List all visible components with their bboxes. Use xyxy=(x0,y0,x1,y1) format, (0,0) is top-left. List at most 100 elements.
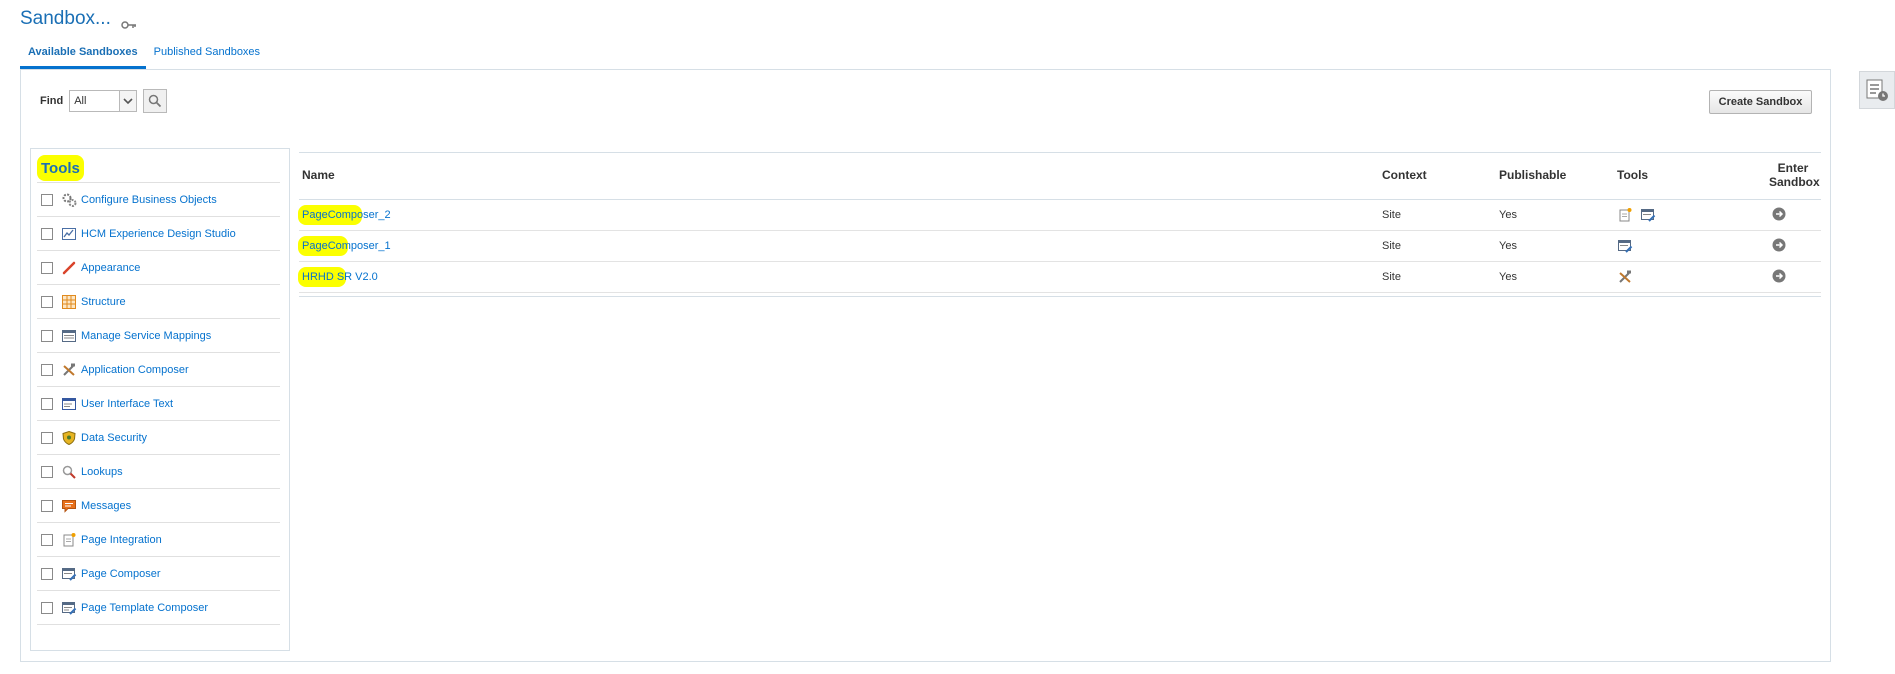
tool-checkbox[interactable] xyxy=(41,465,53,478)
tool-checkbox[interactable] xyxy=(41,499,53,512)
gears-icon xyxy=(61,192,77,208)
magnifier-icon xyxy=(61,464,77,480)
grid-icon xyxy=(61,294,77,310)
page-composer-icon[interactable] xyxy=(1617,238,1633,254)
column-header-tools[interactable]: Tools xyxy=(1617,168,1648,182)
tool-label[interactable]: Page Template Composer xyxy=(81,602,208,614)
page-template-icon xyxy=(61,600,77,616)
page-composer-icon[interactable] xyxy=(1640,207,1656,223)
tool-item-manage-service-mappings: Manage Service Mappings xyxy=(37,318,280,352)
design-studio-icon xyxy=(61,226,77,242)
tools-cell xyxy=(1617,269,1633,288)
tool-label[interactable]: Appearance xyxy=(81,262,140,274)
publishable-cell: Yes xyxy=(1499,209,1517,221)
enter-sandbox-arrow-icon[interactable] xyxy=(1772,207,1786,221)
table-row: HRHD SR V2.0 Site Yes xyxy=(298,262,1821,293)
sandbox-name-link[interactable]: PageComposer_2 xyxy=(302,209,391,221)
tool-item-page-template-composer: Page Template Composer xyxy=(37,590,280,625)
page-integration-icon[interactable] xyxy=(1617,207,1633,223)
page-integration-icon xyxy=(61,532,77,548)
name-cell: PageComposer_2 xyxy=(298,205,391,225)
tool-item-lookups: Lookups xyxy=(37,454,280,488)
tool-checkbox[interactable] xyxy=(41,363,53,376)
find-select[interactable]: All xyxy=(69,90,138,112)
tool-item-page-integration: Page Integration xyxy=(37,522,280,556)
tool-label[interactable]: HCM Experience Design Studio xyxy=(81,228,236,240)
enter-sandbox-arrow-icon[interactable] xyxy=(1772,269,1786,283)
find-label: Find xyxy=(40,95,64,107)
name-cell: PageComposer_1 xyxy=(298,236,391,256)
tool-label[interactable]: Application Composer xyxy=(81,364,189,376)
tool-label[interactable]: Manage Service Mappings xyxy=(81,330,211,342)
tool-checkbox[interactable] xyxy=(41,261,53,274)
tab-published-sandboxes[interactable]: Published Sandboxes xyxy=(146,44,268,69)
speech-bubble-icon xyxy=(61,498,77,514)
create-sandbox-button[interactable]: Create Sandbox xyxy=(1709,90,1812,114)
recent-items-icon[interactable] xyxy=(1859,71,1895,109)
tool-checkbox[interactable] xyxy=(41,193,53,206)
tools-cell xyxy=(1617,207,1656,226)
sandbox-name-link[interactable]: PageComposer_1 xyxy=(302,240,391,252)
shield-icon xyxy=(61,430,77,446)
column-header-enter-line2: Sandbox xyxy=(1769,175,1820,189)
publishable-cell: Yes xyxy=(1499,240,1517,252)
column-header-context[interactable]: Context xyxy=(1382,168,1427,182)
tool-item-page-composer: Page Composer xyxy=(37,556,280,590)
search-button[interactable] xyxy=(143,89,168,113)
tool-label[interactable]: Structure xyxy=(81,296,126,308)
search-icon xyxy=(148,94,162,108)
tool-checkbox[interactable] xyxy=(41,601,53,614)
table-header: Name Context Publishable Tools Enter San… xyxy=(299,152,1821,200)
tool-item-hcm-experience-design-studio: HCM Experience Design Studio xyxy=(37,216,280,250)
column-header-name[interactable]: Name xyxy=(302,168,335,182)
brush-icon xyxy=(61,260,77,276)
tools-cell xyxy=(1617,238,1633,257)
tool-label[interactable]: User Interface Text xyxy=(81,398,173,410)
key-icon[interactable] xyxy=(121,14,137,29)
page-composer-icon xyxy=(61,566,77,582)
tool-checkbox[interactable] xyxy=(41,533,53,546)
context-cell: Site xyxy=(1382,240,1401,252)
tool-checkbox[interactable] xyxy=(41,397,53,410)
tool-label[interactable]: Page Composer xyxy=(81,568,161,580)
tool-item-user-interface-text: User Interface Text xyxy=(37,386,280,420)
tool-checkbox[interactable] xyxy=(41,329,53,342)
tool-label[interactable]: Lookups xyxy=(81,466,123,478)
table-row: PageComposer_2 Site Yes xyxy=(298,200,1821,231)
tool-checkbox[interactable] xyxy=(41,227,53,240)
name-cell: HRHD SR V2.0 xyxy=(298,267,378,287)
context-cell: Site xyxy=(1382,209,1401,221)
text-window-icon xyxy=(61,396,77,412)
tool-label[interactable]: Configure Business Objects xyxy=(81,194,217,206)
page-title-text: Sandbox... xyxy=(20,8,111,29)
sandbox-name-link[interactable]: HRHD SR V2.0 xyxy=(302,271,378,283)
tools-icon[interactable] xyxy=(1617,269,1633,285)
page-title: Sandbox... xyxy=(20,8,137,30)
tool-item-configure-business-objects: Configure Business Objects xyxy=(37,182,280,216)
tool-checkbox[interactable] xyxy=(41,431,53,444)
find-select-value: All xyxy=(74,95,87,107)
tool-checkbox[interactable] xyxy=(41,567,53,580)
tool-label[interactable]: Data Security xyxy=(81,432,147,444)
tool-checkbox[interactable] xyxy=(41,295,53,308)
column-header-enter-sandbox[interactable]: Enter Sandbox xyxy=(1769,161,1820,189)
sandbox-tabs: Available Sandboxes Published Sandboxes xyxy=(20,44,268,69)
tools-icon xyxy=(61,362,77,378)
table-footer-line xyxy=(299,293,1821,297)
column-header-enter-line1: Enter xyxy=(1777,161,1809,175)
tool-item-appearance: Appearance xyxy=(37,250,280,284)
tool-label[interactable]: Page Integration xyxy=(81,534,162,546)
tools-list: Configure Business Objects HCM Experienc… xyxy=(37,182,280,625)
tab-available-sandboxes[interactable]: Available Sandboxes xyxy=(20,44,146,69)
tool-label[interactable]: Messages xyxy=(81,500,131,512)
sandboxes-table: Name Context Publishable Tools Enter San… xyxy=(298,152,1821,297)
tool-item-data-security: Data Security xyxy=(37,420,280,454)
tool-item-application-composer: Application Composer xyxy=(37,352,280,386)
tools-heading: Tools xyxy=(37,155,84,181)
mapping-list-icon xyxy=(61,328,77,344)
column-header-publishable[interactable]: Publishable xyxy=(1499,168,1566,182)
enter-sandbox-arrow-icon[interactable] xyxy=(1772,238,1786,252)
tool-item-messages: Messages xyxy=(37,488,280,522)
context-cell: Site xyxy=(1382,271,1401,283)
chevron-down-icon[interactable] xyxy=(119,91,137,111)
